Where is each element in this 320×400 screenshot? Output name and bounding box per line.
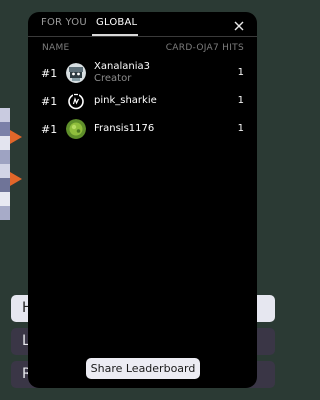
hits-count: 1 [237,95,244,106]
user-role: Creator [94,73,132,84]
avatar-icon [66,119,86,139]
background-color-strip [0,108,10,220]
username: Fransis1176 [94,123,155,134]
tab-global[interactable]: GLOBAL [96,17,137,28]
column-header-name: NAME [42,43,70,53]
hits-count: 1 [237,67,244,78]
avatar-icon [66,91,86,111]
close-icon[interactable] [232,18,246,32]
username: pink_sharkie [94,95,157,106]
leaderboard-tabs: FOR YOU GLOBAL [28,12,257,37]
column-header-hits: CARD-OJA7 HITS [165,43,244,53]
rank-label: #1 [41,95,58,108]
background-arrow-marker [10,172,22,186]
rank-label: #1 [41,123,58,136]
username: Xanalania3 [94,61,150,72]
share-leaderboard-button[interactable]: Share Leaderboard [86,358,200,379]
tab-for-you[interactable]: FOR YOU [41,17,87,28]
leaderboard-row[interactable]: #1 Fransis1176 1 [28,116,257,142]
avatar-icon [66,63,86,83]
hits-count: 1 [237,123,244,134]
tabs-divider [28,36,257,37]
leaderboard-row[interactable]: #1 pink_sharkie 1 [28,88,257,114]
rank-label: #1 [41,67,58,80]
leaderboard-modal: FOR YOU GLOBAL NAME CARD-OJA7 HITS #1 Xa… [28,12,257,388]
leaderboard-row[interactable]: #1 Xanalania3 Creator 1 [28,60,257,86]
background-arrow-marker [10,130,22,144]
